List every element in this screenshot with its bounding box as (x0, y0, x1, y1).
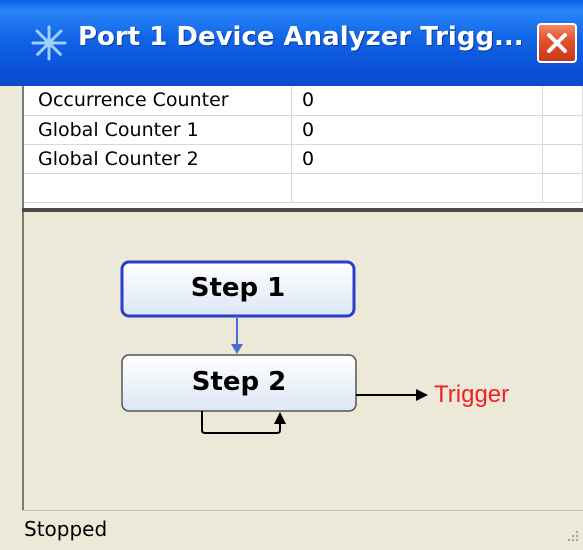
close-x-icon (547, 33, 567, 53)
table-row[interactable]: Global Counter 2 0 (24, 144, 583, 174)
counter-value: 0 (291, 86, 544, 116)
empty-cell (24, 173, 292, 203)
step-2-loop-arrowhead (274, 412, 286, 424)
asterisk-sparkle-icon (31, 25, 67, 61)
empty-cell (542, 173, 583, 203)
step-2-loop (201, 411, 281, 434)
counter-name: Occurrence Counter (24, 86, 292, 116)
counter-table: Occurrence Counter 0 Global Counter 1 0 … (22, 86, 583, 208)
trigger-label: Trigger (434, 381, 510, 408)
counter-value: 0 (291, 144, 544, 174)
empty-cell (291, 173, 544, 203)
table-row[interactable]: Global Counter 1 0 (24, 115, 583, 145)
step-connector-arrowhead (231, 344, 243, 354)
counter-name: Global Counter 1 (24, 115, 292, 145)
empty-cell (542, 86, 583, 116)
status-text: Stopped (24, 517, 108, 541)
trigger-window: Port 1 Device Analyzer Trigg... Occurren… (0, 0, 583, 550)
resize-grip-icon[interactable] (564, 529, 580, 545)
status-bar: Stopped (22, 510, 583, 550)
step-1-label: Step 1 (190, 273, 286, 303)
title-bar[interactable]: Port 1 Device Analyzer Trigg... (0, 0, 583, 86)
table-row[interactable]: Occurrence Counter 0 (24, 86, 583, 116)
table-row (24, 173, 583, 203)
trigger-sequence-diagram: Step 1 Step 2 Trigger (22, 212, 583, 510)
close-button[interactable] (537, 23, 577, 63)
counter-name: Global Counter 2 (24, 144, 292, 174)
empty-cell (542, 115, 583, 145)
window-title: Port 1 Device Analyzer Trigg... (78, 22, 524, 52)
step-2-label: Step 2 (191, 367, 287, 397)
empty-cell (542, 144, 583, 174)
trigger-arrowhead (416, 389, 428, 401)
diagram-canvas (120, 260, 428, 434)
counter-value: 0 (291, 115, 544, 145)
